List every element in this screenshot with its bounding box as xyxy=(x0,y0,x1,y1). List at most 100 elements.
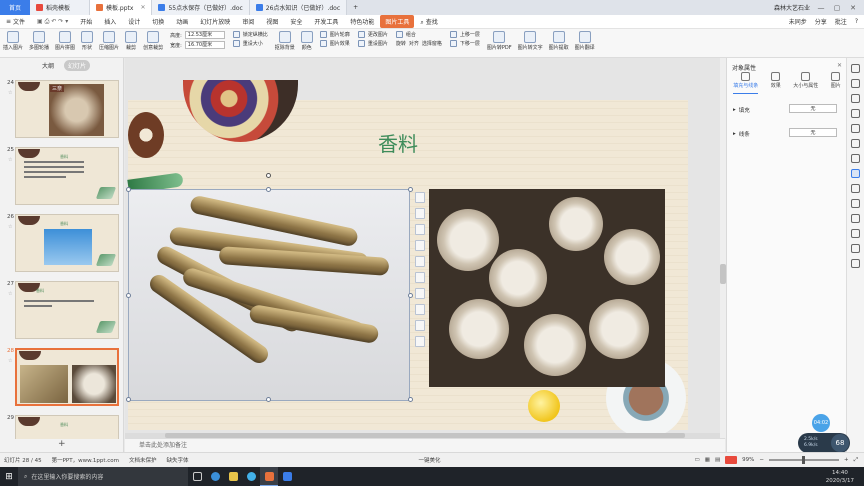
menu-slideshow[interactable]: 幻灯片放映 xyxy=(194,17,236,26)
zoom-level[interactable]: 99% xyxy=(742,457,754,463)
close-window-icon[interactable]: ✕ xyxy=(848,4,858,12)
sorter-view-icon[interactable]: ▦ xyxy=(705,457,710,463)
zoom-out-icon[interactable]: − xyxy=(759,457,764,463)
slide-thumbnail-26[interactable]: 26 ☆ 香料 xyxy=(0,214,124,278)
chart-icon[interactable] xyxy=(851,154,860,163)
taskbar-search[interactable]: ⌕ 在这里输入你要搜索的内容 xyxy=(18,467,188,486)
rotate-handle[interactable] xyxy=(266,173,271,178)
rotate-button[interactable]: 旋转 xyxy=(396,40,406,47)
crop-button[interactable]: 裁剪 xyxy=(122,31,140,51)
tab-home[interactable]: 首页 xyxy=(0,0,30,15)
combine-button[interactable]: 组合 xyxy=(395,31,442,38)
select-pane-button[interactable]: 选择窗格 xyxy=(422,40,442,47)
effects-icon[interactable] xyxy=(415,320,425,331)
fit-window-icon[interactable]: ⤢ xyxy=(854,457,858,464)
menu-picture-tools[interactable]: 图片工具 xyxy=(380,15,415,28)
lock-ratio-checkbox[interactable]: 锁定纵横比 xyxy=(232,31,268,38)
line-section[interactable]: ▸ 线条 xyxy=(733,130,750,138)
slide-title[interactable]: 香料 xyxy=(378,128,418,157)
menu-animation[interactable]: 动画 xyxy=(170,17,194,26)
zoom-in-icon[interactable]: + xyxy=(844,457,849,463)
close-icon[interactable]: ✕ xyxy=(837,62,842,69)
menu-transition[interactable]: 切换 xyxy=(146,17,170,26)
normal-view-icon[interactable]: ▭ xyxy=(695,457,700,463)
resize-handle[interactable] xyxy=(408,293,413,298)
shape-button[interactable]: 形状 xyxy=(78,31,96,51)
minimize-icon[interactable]: — xyxy=(816,4,826,12)
slide-thumbnail-27[interactable]: 27 ☆ 香料 xyxy=(0,281,124,345)
maximize-icon[interactable]: ▢ xyxy=(832,4,842,12)
picture-translate-button[interactable]: 图片翻译 xyxy=(572,31,598,51)
help-button[interactable]: ? xyxy=(855,18,858,25)
task-view-icon[interactable] xyxy=(188,467,206,486)
network-speed-widget[interactable]: 2.5k/s 6.9k/s 68 xyxy=(798,433,850,453)
tab-slides[interactable]: 幻灯片 xyxy=(64,59,91,71)
layout-icon[interactable] xyxy=(415,192,425,203)
multi-image-carousel-button[interactable]: 多图轮播 xyxy=(26,31,52,51)
browser-icon[interactable] xyxy=(242,467,260,486)
send-backward-button[interactable]: 下移一层 xyxy=(449,40,480,47)
menu-features[interactable]: 特色功能 xyxy=(344,17,380,26)
tab-daoke-template[interactable]: 稻壳模板 xyxy=(30,0,90,15)
style-icon[interactable] xyxy=(851,79,860,88)
wps-presentation-icon[interactable] xyxy=(260,467,278,486)
sync-status[interactable]: 未同步 xyxy=(789,17,807,26)
menu-view[interactable]: 视图 xyxy=(260,17,284,26)
collage-icon[interactable] xyxy=(415,240,425,251)
beautify-button[interactable]: 一键美化 xyxy=(419,456,441,464)
picture-to-pdf-button[interactable]: 图片转PDF xyxy=(484,31,515,51)
replace-icon[interactable] xyxy=(415,288,425,299)
reset-picture-button[interactable]: 重设图片 xyxy=(357,40,388,47)
menu-insert[interactable]: 插入 xyxy=(98,17,122,26)
reading-view-icon[interactable]: ▤ xyxy=(715,457,720,463)
resize-handle[interactable] xyxy=(408,397,413,402)
tab-pptx[interactable]: 模板.pptx ✕ xyxy=(90,0,153,15)
file-menu[interactable]: ≡ 文件 xyxy=(0,17,31,26)
resize-handle[interactable] xyxy=(408,187,413,192)
resize-handle[interactable] xyxy=(126,293,131,298)
creative-crop-button[interactable]: 创意裁剪 xyxy=(140,31,166,51)
help-icon[interactable] xyxy=(851,259,860,268)
copy-icon[interactable] xyxy=(415,304,425,315)
menu-start[interactable]: 开始 xyxy=(74,17,98,26)
slide-thumbnail-28[interactable]: 28 ☆ xyxy=(0,348,124,412)
resize-handle[interactable] xyxy=(126,397,131,402)
quick-access-icons[interactable]: ▣ ⎙ ↶ ↷ ▾ xyxy=(31,18,74,26)
menu-security[interactable]: 安全 xyxy=(284,17,308,26)
menu-review[interactable]: 审阅 xyxy=(236,17,260,26)
align-button[interactable]: 对齐 xyxy=(409,40,419,47)
zoom-slider[interactable] xyxy=(768,456,839,464)
timer-badge[interactable]: 04:02 xyxy=(812,414,830,432)
tab-outline[interactable]: 大纲 xyxy=(42,61,54,70)
select-icon[interactable] xyxy=(851,64,860,73)
roots-picture[interactable] xyxy=(128,189,410,401)
picture-collage-button[interactable]: 图片拼图 xyxy=(52,31,78,51)
height-input[interactable]: 12.53厘米 xyxy=(184,31,225,39)
insert-picture-button[interactable]: 插入图片 xyxy=(0,31,26,51)
transition-icon[interactable] xyxy=(851,199,860,208)
close-icon[interactable]: ✕ xyxy=(140,4,145,11)
line-select[interactable]: 无 xyxy=(789,128,837,137)
picture-effects-button[interactable]: 图片效果 xyxy=(319,40,350,47)
resize-handle[interactable] xyxy=(126,187,131,192)
change-picture-button[interactable]: 更改图片 xyxy=(357,31,388,38)
tab-doc-26[interactable]: 26点水知识（已做好）.doc xyxy=(249,0,348,15)
file-explorer-icon[interactable] xyxy=(224,467,242,486)
reset-size-button[interactable]: 重设大小 xyxy=(232,40,268,47)
wps-writer-icon[interactable] xyxy=(278,467,296,486)
grid-icon[interactable] xyxy=(851,214,860,223)
menu-developer[interactable]: 开发工具 xyxy=(308,17,344,26)
taskbar-clock[interactable]: 14:40 2020/3/17 xyxy=(826,469,864,485)
start-icon[interactable]: ⊞ xyxy=(0,467,18,486)
share-button[interactable]: 分享 xyxy=(815,17,827,26)
document-protection[interactable]: 文档未保护 xyxy=(129,456,157,464)
edge-icon[interactable] xyxy=(206,467,224,486)
play-slideshow-button[interactable] xyxy=(725,456,738,464)
color-button[interactable]: 颜色 xyxy=(298,31,316,51)
zoom-icon[interactable] xyxy=(415,256,425,267)
image-icon[interactable] xyxy=(415,272,425,283)
picture-to-text-button[interactable]: 图片转文字 xyxy=(515,31,546,51)
slide-thumbnail-29[interactable]: 29 香料 xyxy=(0,415,124,439)
tab-doc-55[interactable]: 55点水保存（已做好）.doc xyxy=(152,0,250,15)
tab-picture[interactable]: 图片 xyxy=(831,72,841,94)
